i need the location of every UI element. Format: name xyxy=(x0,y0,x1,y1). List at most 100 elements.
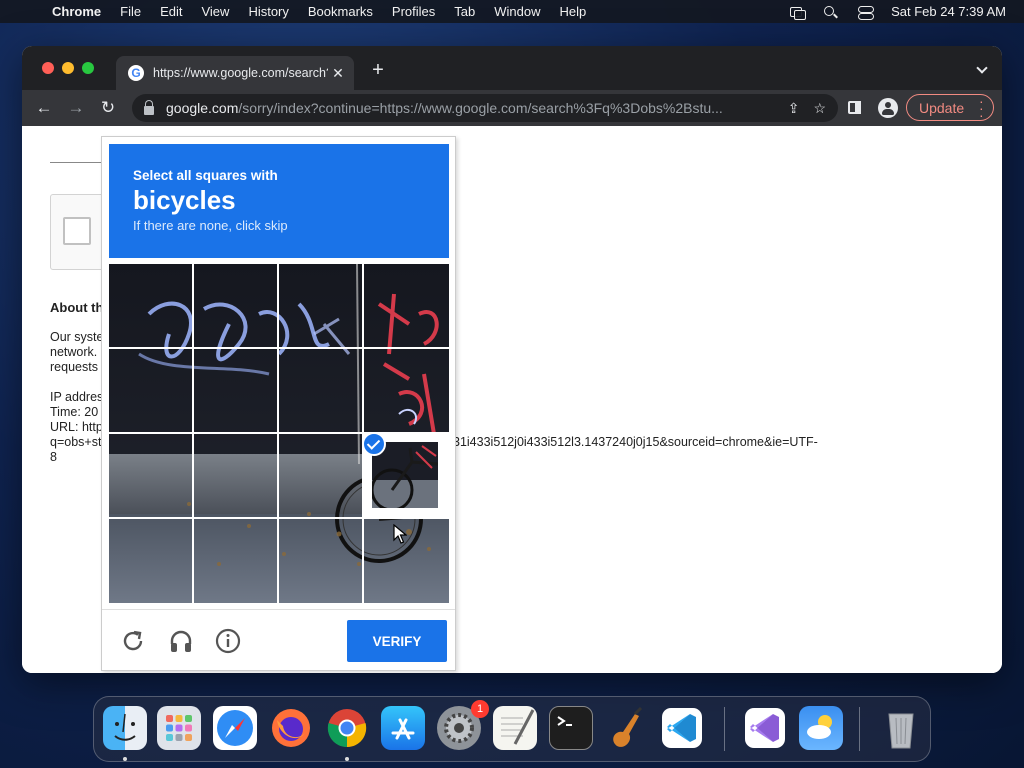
visual-studio-icon[interactable] xyxy=(743,706,787,750)
explanation-line: requests xyxy=(50,360,98,374)
image-tile[interactable] xyxy=(194,519,277,603)
menu-bookmarks[interactable]: Bookmarks xyxy=(299,4,383,19)
ip-address-line: IP addres xyxy=(50,390,104,404)
dock-separator xyxy=(859,707,860,751)
trash-icon[interactable] xyxy=(879,706,923,750)
running-indicator xyxy=(123,757,127,761)
menu-help[interactable]: Help xyxy=(551,4,597,19)
minimize-window-button[interactable] xyxy=(62,62,74,74)
url-path: /sorry/index?continue=https://www.google… xyxy=(238,100,723,116)
back-arrow-icon[interactable]: ← xyxy=(34,98,54,118)
image-tile[interactable] xyxy=(194,264,277,347)
launchpad-icon[interactable] xyxy=(157,706,201,750)
challenge-hint: If there are none, click skip xyxy=(133,218,288,233)
url-line: URL: http xyxy=(50,420,103,434)
terminal-icon[interactable] xyxy=(549,706,593,750)
forward-arrow-icon[interactable]: → xyxy=(66,98,86,118)
image-tile[interactable] xyxy=(279,349,362,432)
image-tile[interactable] xyxy=(194,349,277,432)
lock-icon[interactable] xyxy=(144,99,154,115)
browser-toolbar: ← → ↻ google.com /sorry/index?continue=h… xyxy=(22,90,1002,126)
image-tile[interactable] xyxy=(279,434,362,517)
system-settings-icon[interactable]: 1 xyxy=(437,700,489,750)
spotlight-search-icon[interactable] xyxy=(823,5,839,19)
menu-history[interactable]: History xyxy=(239,4,298,19)
menu-profiles[interactable]: Profiles xyxy=(383,4,445,19)
challenge-footer: VERIFY xyxy=(102,609,455,671)
not-a-robot-checkbox[interactable] xyxy=(63,217,91,245)
weather-icon[interactable] xyxy=(799,706,843,750)
address-bar[interactable]: google.com /sorry/index?continue=https:/… xyxy=(132,94,838,122)
control-center-icon[interactable] xyxy=(857,5,875,20)
tab-title: https://www.google.com/search?q xyxy=(153,66,328,80)
image-tile[interactable] xyxy=(364,349,449,432)
dock: 1 xyxy=(93,696,931,762)
challenge-target: bicycles xyxy=(133,185,236,215)
verify-button[interactable]: VERIFY xyxy=(347,620,447,662)
image-grid xyxy=(109,264,449,603)
profile-avatar-icon[interactable] xyxy=(878,98,898,118)
dock-separator xyxy=(724,707,725,751)
more-menu-icon[interactable]: · · · xyxy=(979,94,984,122)
chrome-icon[interactable] xyxy=(325,706,369,750)
audio-challenge-icon[interactable] xyxy=(168,628,194,654)
firefox-icon[interactable] xyxy=(269,706,313,750)
tab-strip: G https://www.google.com/search?q ✕ + xyxy=(22,46,1002,90)
side-panel-icon[interactable] xyxy=(846,99,864,117)
explanation-line: network. xyxy=(50,345,98,359)
image-tile-selected[interactable] xyxy=(362,432,449,518)
bookmark-star-icon[interactable]: ☆ xyxy=(813,100,826,117)
recaptcha-challenge: Select all squares with bicycles If ther… xyxy=(101,136,456,671)
image-tile[interactable] xyxy=(109,349,192,432)
tab-google-search[interactable]: G https://www.google.com/search?q ✕ xyxy=(116,56,354,90)
update-label: Update xyxy=(919,99,965,116)
image-tile[interactable] xyxy=(109,519,192,603)
screen-mirroring-icon[interactable] xyxy=(789,5,807,20)
menu-app-name[interactable]: Chrome xyxy=(52,4,111,19)
share-icon[interactable]: ⇪ xyxy=(788,100,800,117)
menu-window[interactable]: Window xyxy=(485,4,550,19)
tab-search-chevron-icon[interactable] xyxy=(976,62,988,74)
close-window-button[interactable] xyxy=(42,62,54,74)
image-tile[interactable] xyxy=(364,264,449,347)
explanation-text: Our syste network. requests xyxy=(50,330,104,375)
request-details: IP addres Time: 20 URL: http q=obs+st 8 xyxy=(50,390,103,465)
image-tile[interactable] xyxy=(279,519,362,603)
url-host: google.com xyxy=(166,100,239,116)
textedit-icon[interactable] xyxy=(493,706,537,750)
about-heading: About th xyxy=(50,300,104,315)
info-icon[interactable] xyxy=(215,628,241,654)
divider xyxy=(50,162,102,163)
menu-edit[interactable]: Edit xyxy=(151,4,192,19)
new-tab-icon[interactable]: + xyxy=(368,60,388,80)
reload-icon[interactable]: ↻ xyxy=(98,98,118,118)
image-tile[interactable] xyxy=(109,434,192,517)
image-tile[interactable] xyxy=(109,264,192,347)
vscode-icon[interactable] xyxy=(660,706,704,750)
update-button[interactable]: Update · · · xyxy=(906,94,994,122)
selected-check-icon xyxy=(362,432,386,456)
safari-icon[interactable] xyxy=(213,706,257,750)
app-store-icon[interactable] xyxy=(381,706,425,750)
image-tile[interactable] xyxy=(279,264,362,347)
fullscreen-window-button[interactable] xyxy=(82,62,94,74)
menu-view[interactable]: View xyxy=(192,4,239,19)
reload-challenge-icon[interactable] xyxy=(120,628,146,654)
explanation-line: Our syste xyxy=(50,330,104,344)
url-query-line: q=obs+st xyxy=(50,435,102,449)
url-end-line: 8 xyxy=(50,450,57,464)
mouse-cursor-icon xyxy=(393,523,408,544)
google-favicon-icon: G xyxy=(128,65,144,81)
menu-bar: Chrome File Edit View History Bookmarks … xyxy=(0,0,1024,23)
running-indicator xyxy=(345,757,349,761)
time-line: Time: 20 xyxy=(50,405,99,419)
url-continuation: 31i433i512j0i433i512l3.1437240j0j15&sour… xyxy=(453,435,818,449)
notification-badge: 1 xyxy=(471,700,489,718)
garageband-icon[interactable] xyxy=(605,706,649,750)
menu-tab[interactable]: Tab xyxy=(445,4,485,19)
menu-clock[interactable]: Sat Feb 24 7:39 AM xyxy=(891,4,1006,19)
finder-icon[interactable] xyxy=(103,706,147,750)
menu-file[interactable]: File xyxy=(111,4,151,19)
tab-close-icon[interactable]: ✕ xyxy=(328,65,348,82)
image-tile[interactable] xyxy=(194,434,277,517)
